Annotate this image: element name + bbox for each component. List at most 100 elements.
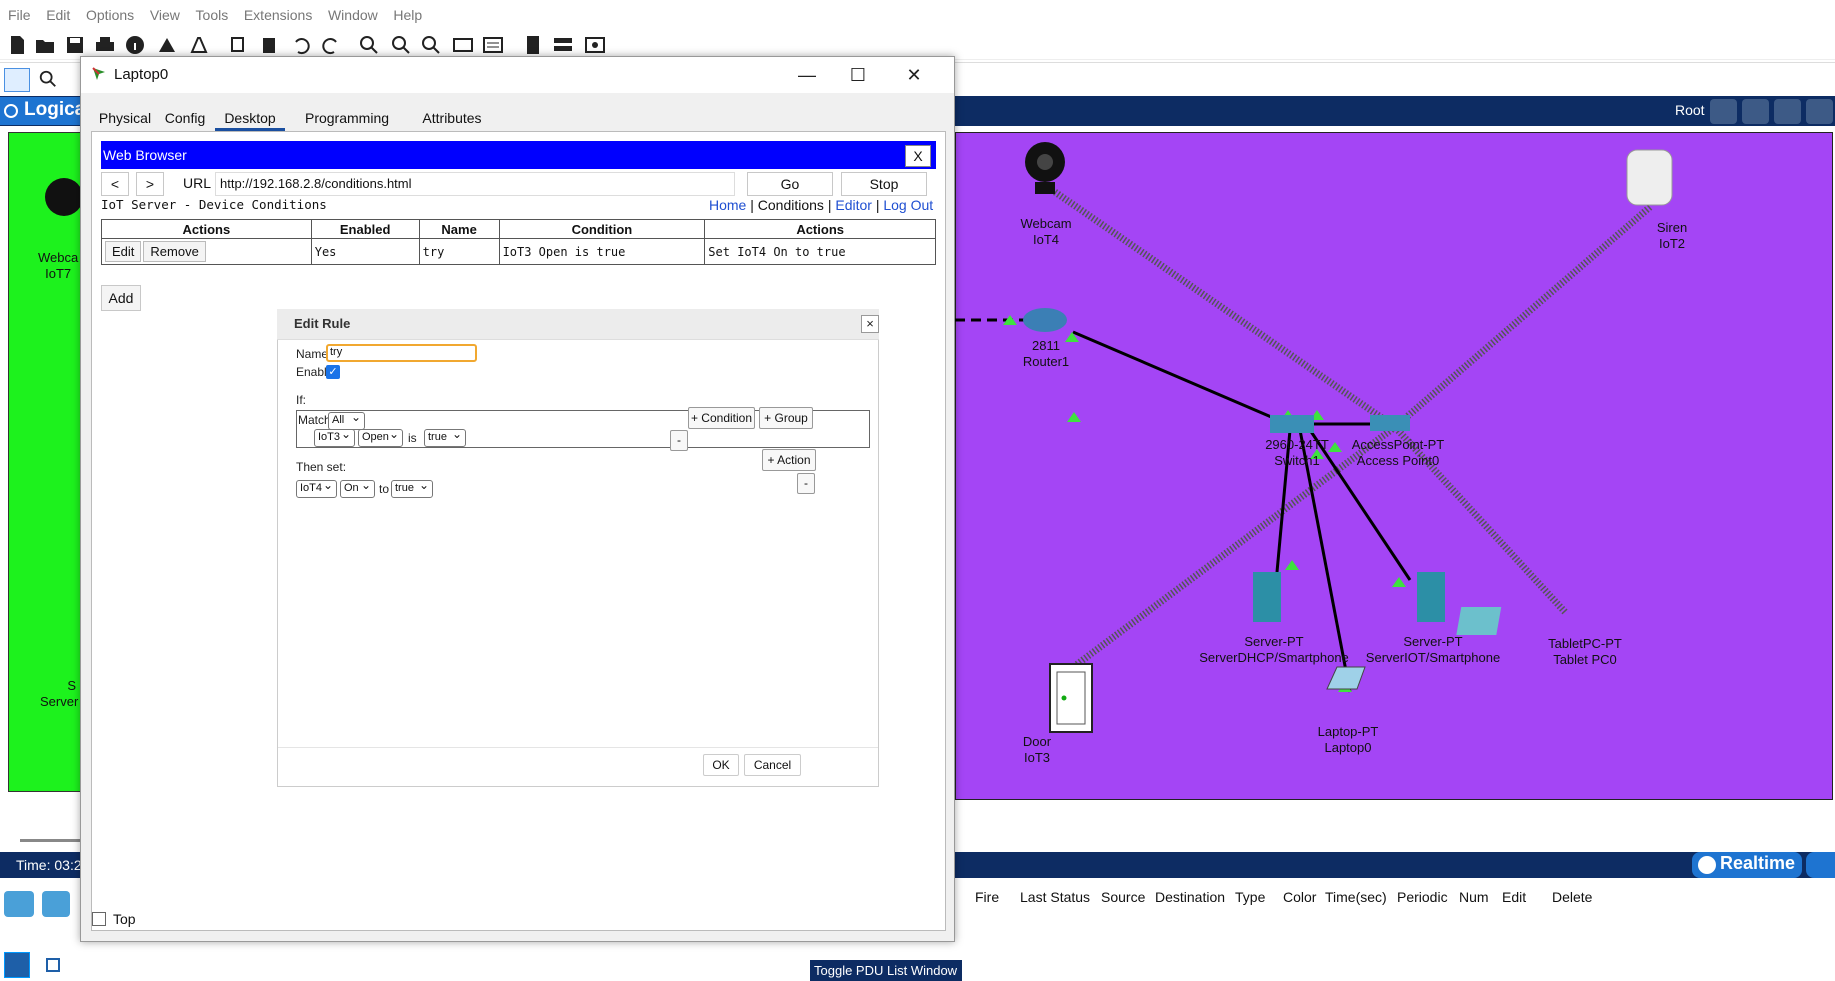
screenshot-icon[interactable]	[584, 34, 606, 56]
remove-condition-button[interactable]: -	[670, 430, 688, 451]
copy-icon[interactable]	[228, 34, 250, 56]
back-button[interactable]: <	[101, 172, 129, 196]
server-dhcp-label: Server-PT ServerDHCP/Smartphone	[1199, 634, 1349, 666]
maximize-button[interactable]: ☐	[838, 61, 878, 89]
inspect-icon[interactable]	[38, 69, 58, 89]
col-actions: Actions	[101, 219, 312, 239]
tab-attributes[interactable]: Attributes	[407, 107, 497, 131]
add-action-button[interactable]: + Action	[762, 449, 816, 471]
root-label[interactable]: Root	[1675, 102, 1705, 118]
zoom-reset-icon[interactable]	[390, 34, 412, 56]
new-file-icon[interactable]	[6, 34, 28, 56]
activity-wizard-icon[interactable]	[188, 34, 210, 56]
nav-editor-link[interactable]: Editor	[835, 197, 872, 213]
network-devices-icon[interactable]	[4, 891, 34, 917]
cancel-button[interactable]: Cancel	[744, 754, 801, 776]
condition-device-select[interactable]: IoT3	[314, 427, 355, 447]
simulation-mode-icon[interactable]	[1806, 852, 1835, 878]
nav-logout-link[interactable]: Log Out	[883, 197, 933, 213]
menu-tools[interactable]: Tools	[188, 0, 229, 23]
col-num: Num	[1459, 889, 1489, 905]
add-condition-button[interactable]: + Condition	[688, 407, 755, 429]
document-icon[interactable]	[522, 34, 544, 56]
row-enabled: Yes	[310, 238, 420, 265]
server-rack-icon[interactable]	[552, 34, 574, 56]
time-display: Time: 03:2	[16, 857, 82, 873]
close-button[interactable]: ✕	[894, 61, 934, 89]
go-button[interactable]: Go	[747, 172, 833, 196]
end-devices-icon[interactable]	[42, 891, 70, 917]
menu-edit[interactable]: Edit	[38, 0, 70, 23]
condition-value-select[interactable]: true	[424, 427, 466, 447]
print-icon[interactable]	[94, 34, 116, 56]
tab-programming[interactable]: Programming	[291, 107, 403, 131]
back-icon[interactable]	[1710, 99, 1737, 124]
add-rule-button[interactable]: Add	[101, 285, 141, 311]
zoom-in-icon[interactable]	[358, 34, 380, 56]
link-router-switch	[1072, 330, 1291, 427]
tablet-line1: TabletPC-PT	[1548, 636, 1622, 651]
action-device-select[interactable]: IoT4	[296, 478, 337, 498]
menu-view[interactable]: View	[142, 0, 180, 23]
move-icon[interactable]	[1774, 99, 1801, 124]
tablet-icon	[1456, 607, 1502, 635]
tab-desktop[interactable]: Desktop	[215, 107, 285, 131]
redo-icon[interactable]	[320, 34, 342, 56]
row-condition: IoT3 Open is true	[498, 238, 706, 265]
ap-line2: Access Point0	[1356, 453, 1440, 468]
url-input[interactable]: http://192.168.2.8/conditions.html	[215, 172, 735, 196]
drawing-palette-icon[interactable]	[452, 34, 474, 56]
menu-window[interactable]: Window	[320, 0, 378, 23]
edit-rule-button[interactable]: Edit	[105, 241, 142, 262]
tab-physical[interactable]: Physical	[91, 107, 159, 131]
nav-home-link[interactable]: Home	[709, 197, 746, 213]
save-icon[interactable]	[64, 34, 86, 56]
action-property-select[interactable]: On	[340, 478, 375, 498]
top-checkbox[interactable]	[92, 912, 106, 926]
lightning-connections-icon[interactable]	[4, 952, 30, 978]
realtime-button[interactable]: Realtime	[1692, 852, 1802, 878]
open-folder-icon[interactable]	[34, 34, 56, 56]
rule-name-input[interactable]: try	[326, 344, 477, 362]
col-enabled: Enabled	[310, 219, 420, 239]
viewport-icon[interactable]	[1806, 99, 1833, 124]
undo-icon[interactable]	[290, 34, 312, 56]
action-value-select[interactable]: true	[391, 478, 433, 498]
menu-help[interactable]: Help	[385, 0, 422, 23]
action-property-value: On	[344, 482, 359, 494]
remove-rule-button[interactable]: Remove	[143, 241, 206, 262]
siren-line1: Siren	[1656, 220, 1688, 235]
ok-button[interactable]: OK	[703, 754, 739, 776]
tab-config[interactable]: Config	[161, 107, 209, 131]
edit-rule-header[interactable]	[277, 309, 879, 340]
info-icon[interactable]	[124, 34, 146, 56]
server-iot-line2: ServerIOT/Smartphone	[1365, 650, 1501, 665]
enabled-checkbox[interactable]: ✓	[326, 365, 340, 379]
laptop-line1: Laptop-PT	[1317, 724, 1379, 739]
webcam-iot7-label: Webca IoT7	[38, 250, 78, 282]
browser-close-button[interactable]: X	[905, 145, 931, 167]
menu-file[interactable]: File	[0, 0, 31, 23]
add-group-button[interactable]: + Group	[759, 407, 813, 429]
components-icon[interactable]	[46, 958, 60, 972]
laptop-label: Laptop-PT Laptop0	[1318, 724, 1379, 756]
webcam-iot7-icon[interactable]	[45, 178, 83, 216]
is-label: is	[408, 431, 417, 445]
col-condition: Condition	[498, 219, 706, 239]
toggle-pdu-list-button[interactable]: Toggle PDU List Window	[810, 960, 962, 981]
menu-options[interactable]: Options	[78, 0, 134, 23]
menu-extensions[interactable]: Extensions	[236, 0, 312, 23]
zoom-out-icon[interactable]	[420, 34, 442, 56]
custom-devices-icon[interactable]	[482, 34, 504, 56]
left-webcam-line2: IoT7	[45, 266, 72, 281]
edit-rule-close-icon[interactable]: ×	[861, 315, 879, 333]
forward-button[interactable]: >	[136, 172, 164, 196]
select-tool-icon[interactable]	[4, 68, 30, 92]
condition-property-select[interactable]: Open	[358, 427, 403, 447]
stop-button[interactable]: Stop	[841, 172, 927, 196]
network-info-icon[interactable]	[156, 34, 178, 56]
cluster-icon[interactable]	[1742, 99, 1769, 124]
remove-action-button[interactable]: -	[797, 473, 815, 494]
paste-icon[interactable]	[258, 34, 280, 56]
minimize-button[interactable]: —	[787, 61, 827, 89]
